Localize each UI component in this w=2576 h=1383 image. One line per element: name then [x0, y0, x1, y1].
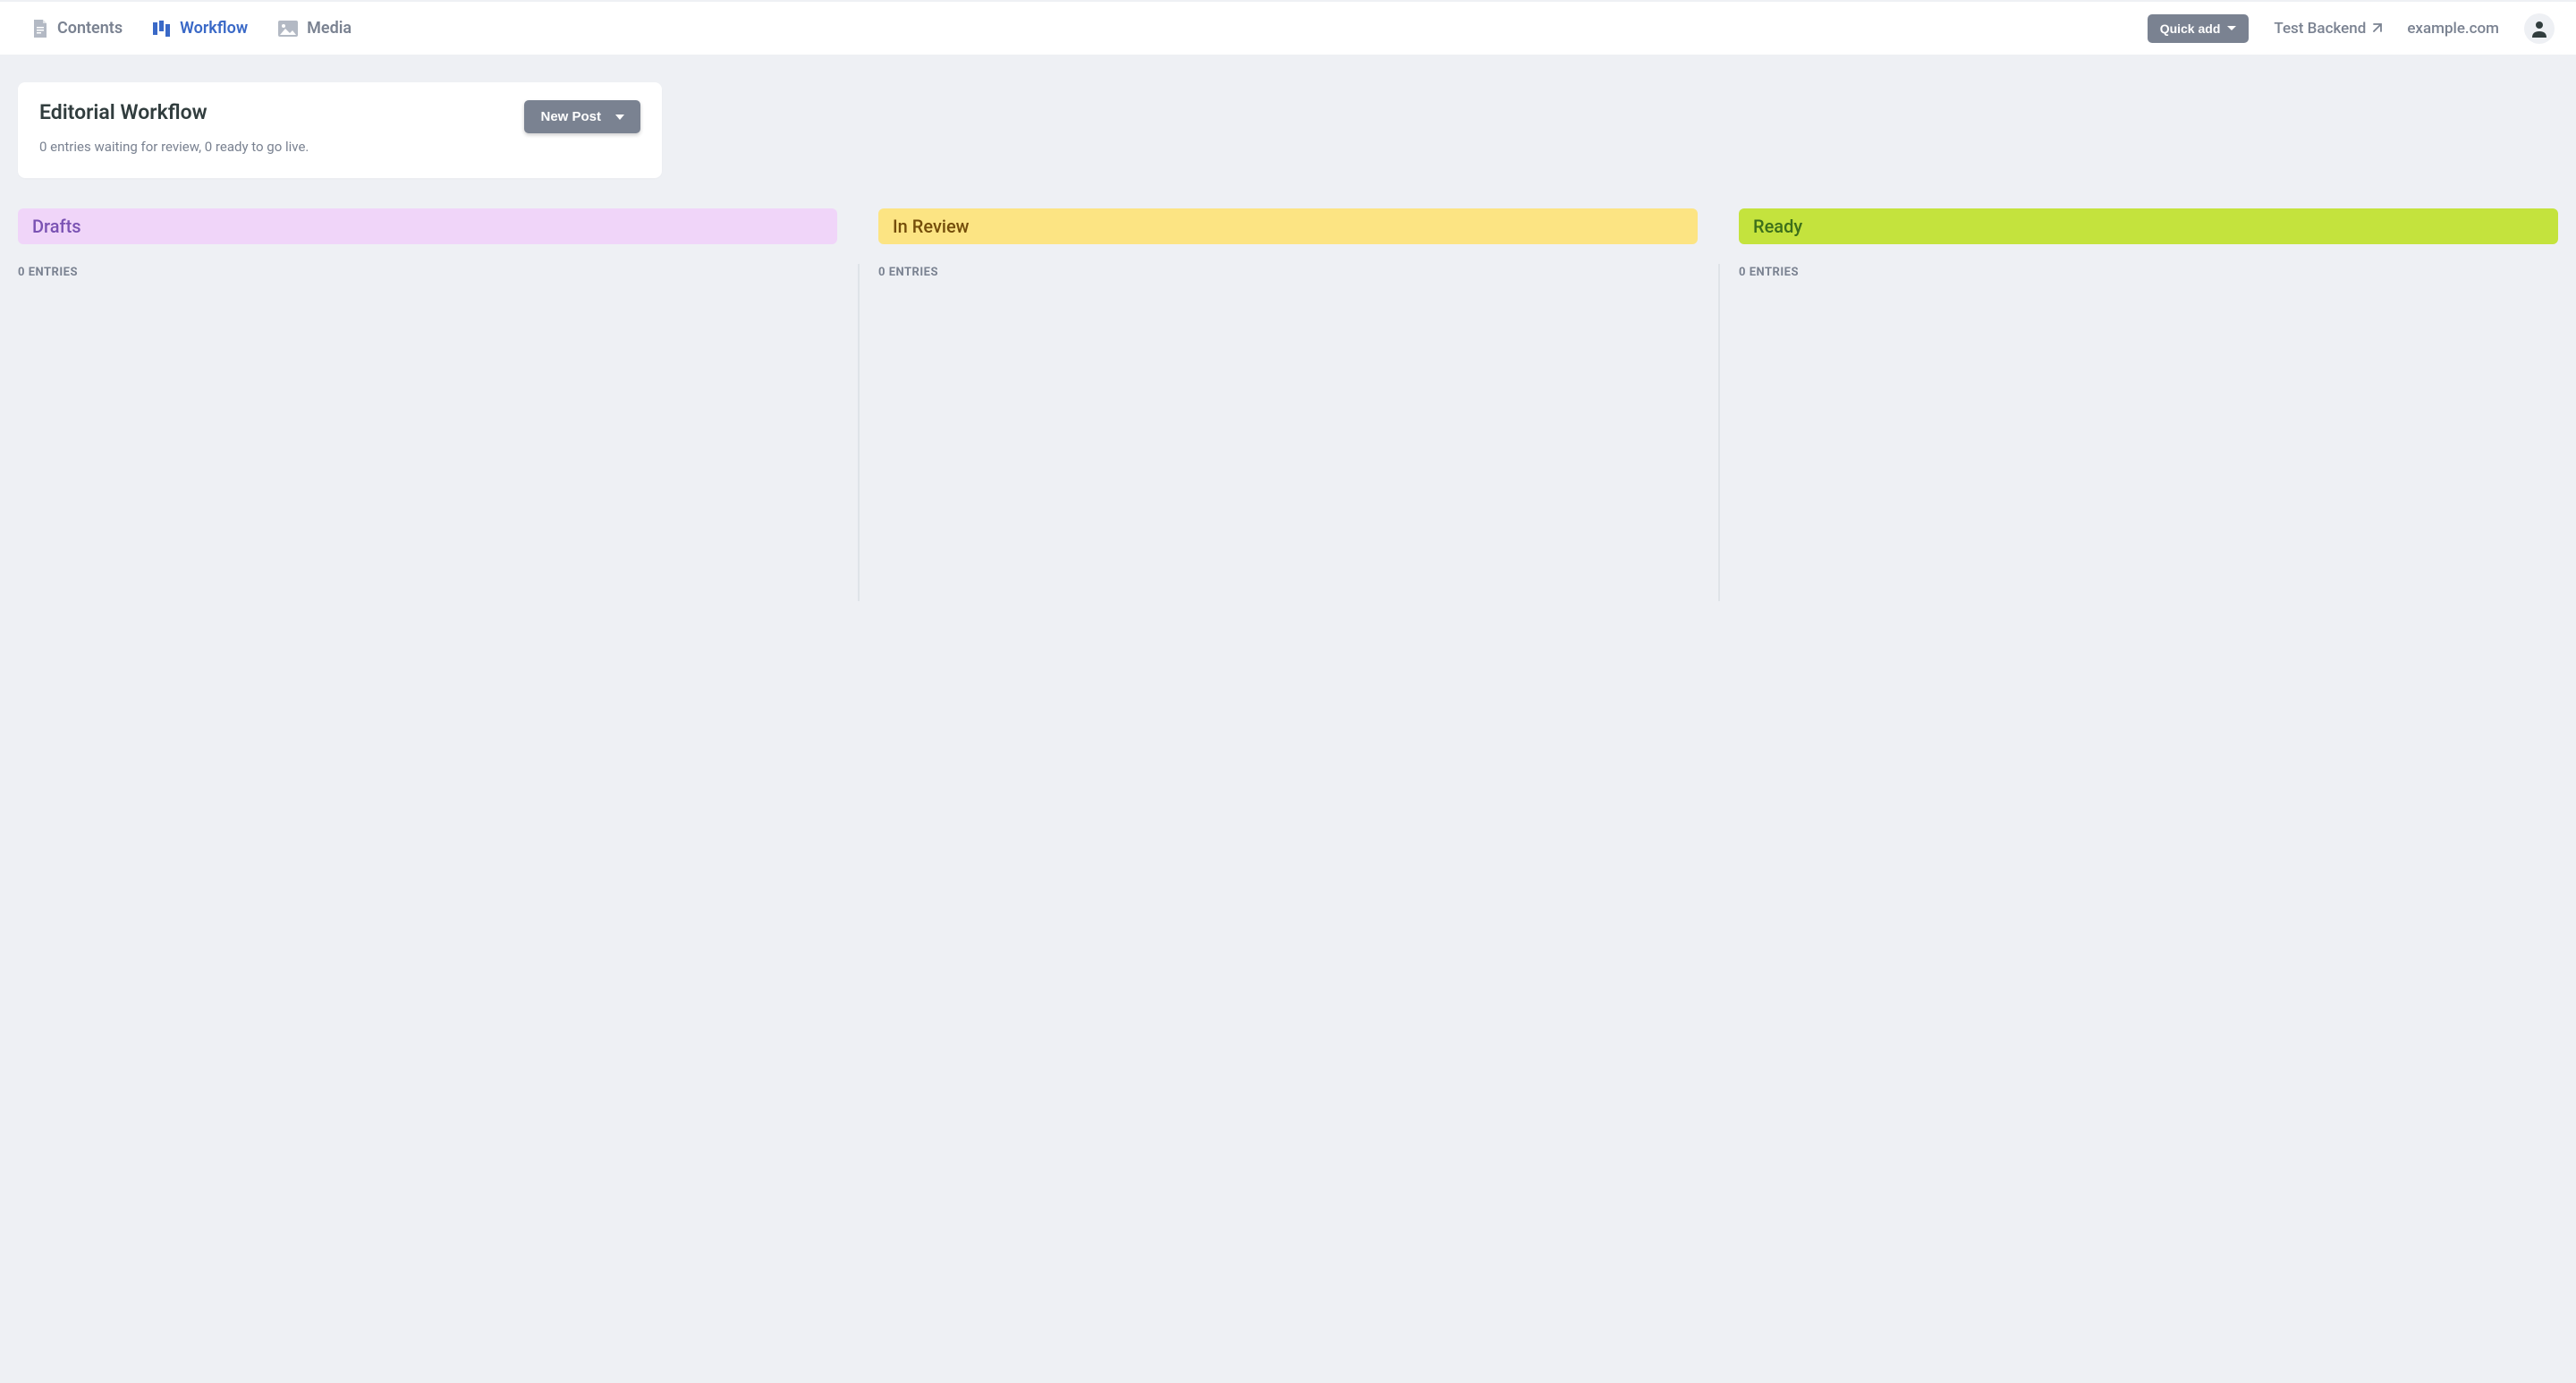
media-icon — [278, 21, 298, 37]
nav-media[interactable]: Media — [278, 19, 352, 38]
caret-down-icon — [2227, 26, 2236, 30]
column-review-header: In Review — [878, 208, 1698, 244]
new-post-button[interactable]: New Post — [524, 100, 640, 133]
topbar-right: Quick add Test Backend example.com — [2148, 13, 2555, 44]
nav-media-label: Media — [307, 19, 352, 38]
external-link-icon — [2371, 23, 2382, 34]
test-backend-link[interactable]: Test Backend — [2274, 20, 2382, 38]
document-icon — [32, 20, 48, 38]
column-drafts-count: 0 ENTRIES — [18, 266, 837, 279]
site-url-label: example.com — [2407, 20, 2499, 38]
nav-contents[interactable]: Contents — [32, 19, 123, 38]
workflow-columns: Drafts 0 ENTRIES In Review 0 ENTRIES Rea… — [18, 208, 2558, 279]
user-icon — [2530, 20, 2548, 38]
column-ready: Ready 0 ENTRIES — [1739, 208, 2558, 279]
column-review: In Review 0 ENTRIES — [878, 208, 1698, 279]
nav-workflow[interactable]: Workflow — [153, 19, 248, 38]
page-subtitle: 0 entries waiting for review, 0 ready to… — [39, 139, 309, 155]
caret-down-icon — [615, 115, 624, 120]
new-post-label: New Post — [540, 109, 601, 124]
topbar: Contents Workflow Media — [0, 0, 2576, 55]
column-ready-header: Ready — [1739, 208, 2558, 244]
workflow-icon — [153, 21, 171, 37]
topbar-left: Contents Workflow Media — [32, 19, 352, 38]
quick-add-label: Quick add — [2160, 21, 2221, 36]
nav-contents-label: Contents — [57, 19, 123, 38]
column-drafts-header: Drafts — [18, 208, 837, 244]
avatar[interactable] — [2524, 13, 2555, 44]
column-review-count: 0 ENTRIES — [878, 266, 1698, 279]
column-ready-count: 0 ENTRIES — [1739, 266, 2558, 279]
page-title: Editorial Workflow — [39, 100, 309, 124]
header-card: Editorial Workflow 0 entries waiting for… — [18, 82, 662, 178]
nav-workflow-label: Workflow — [180, 19, 248, 38]
quick-add-button[interactable]: Quick add — [2148, 14, 2250, 43]
column-drafts: Drafts 0 ENTRIES — [18, 208, 837, 279]
header-text: Editorial Workflow 0 entries waiting for… — [39, 100, 309, 155]
test-backend-label: Test Backend — [2274, 20, 2366, 38]
site-url-link[interactable]: example.com — [2407, 20, 2499, 38]
content: Editorial Workflow 0 entries waiting for… — [0, 55, 2576, 306]
